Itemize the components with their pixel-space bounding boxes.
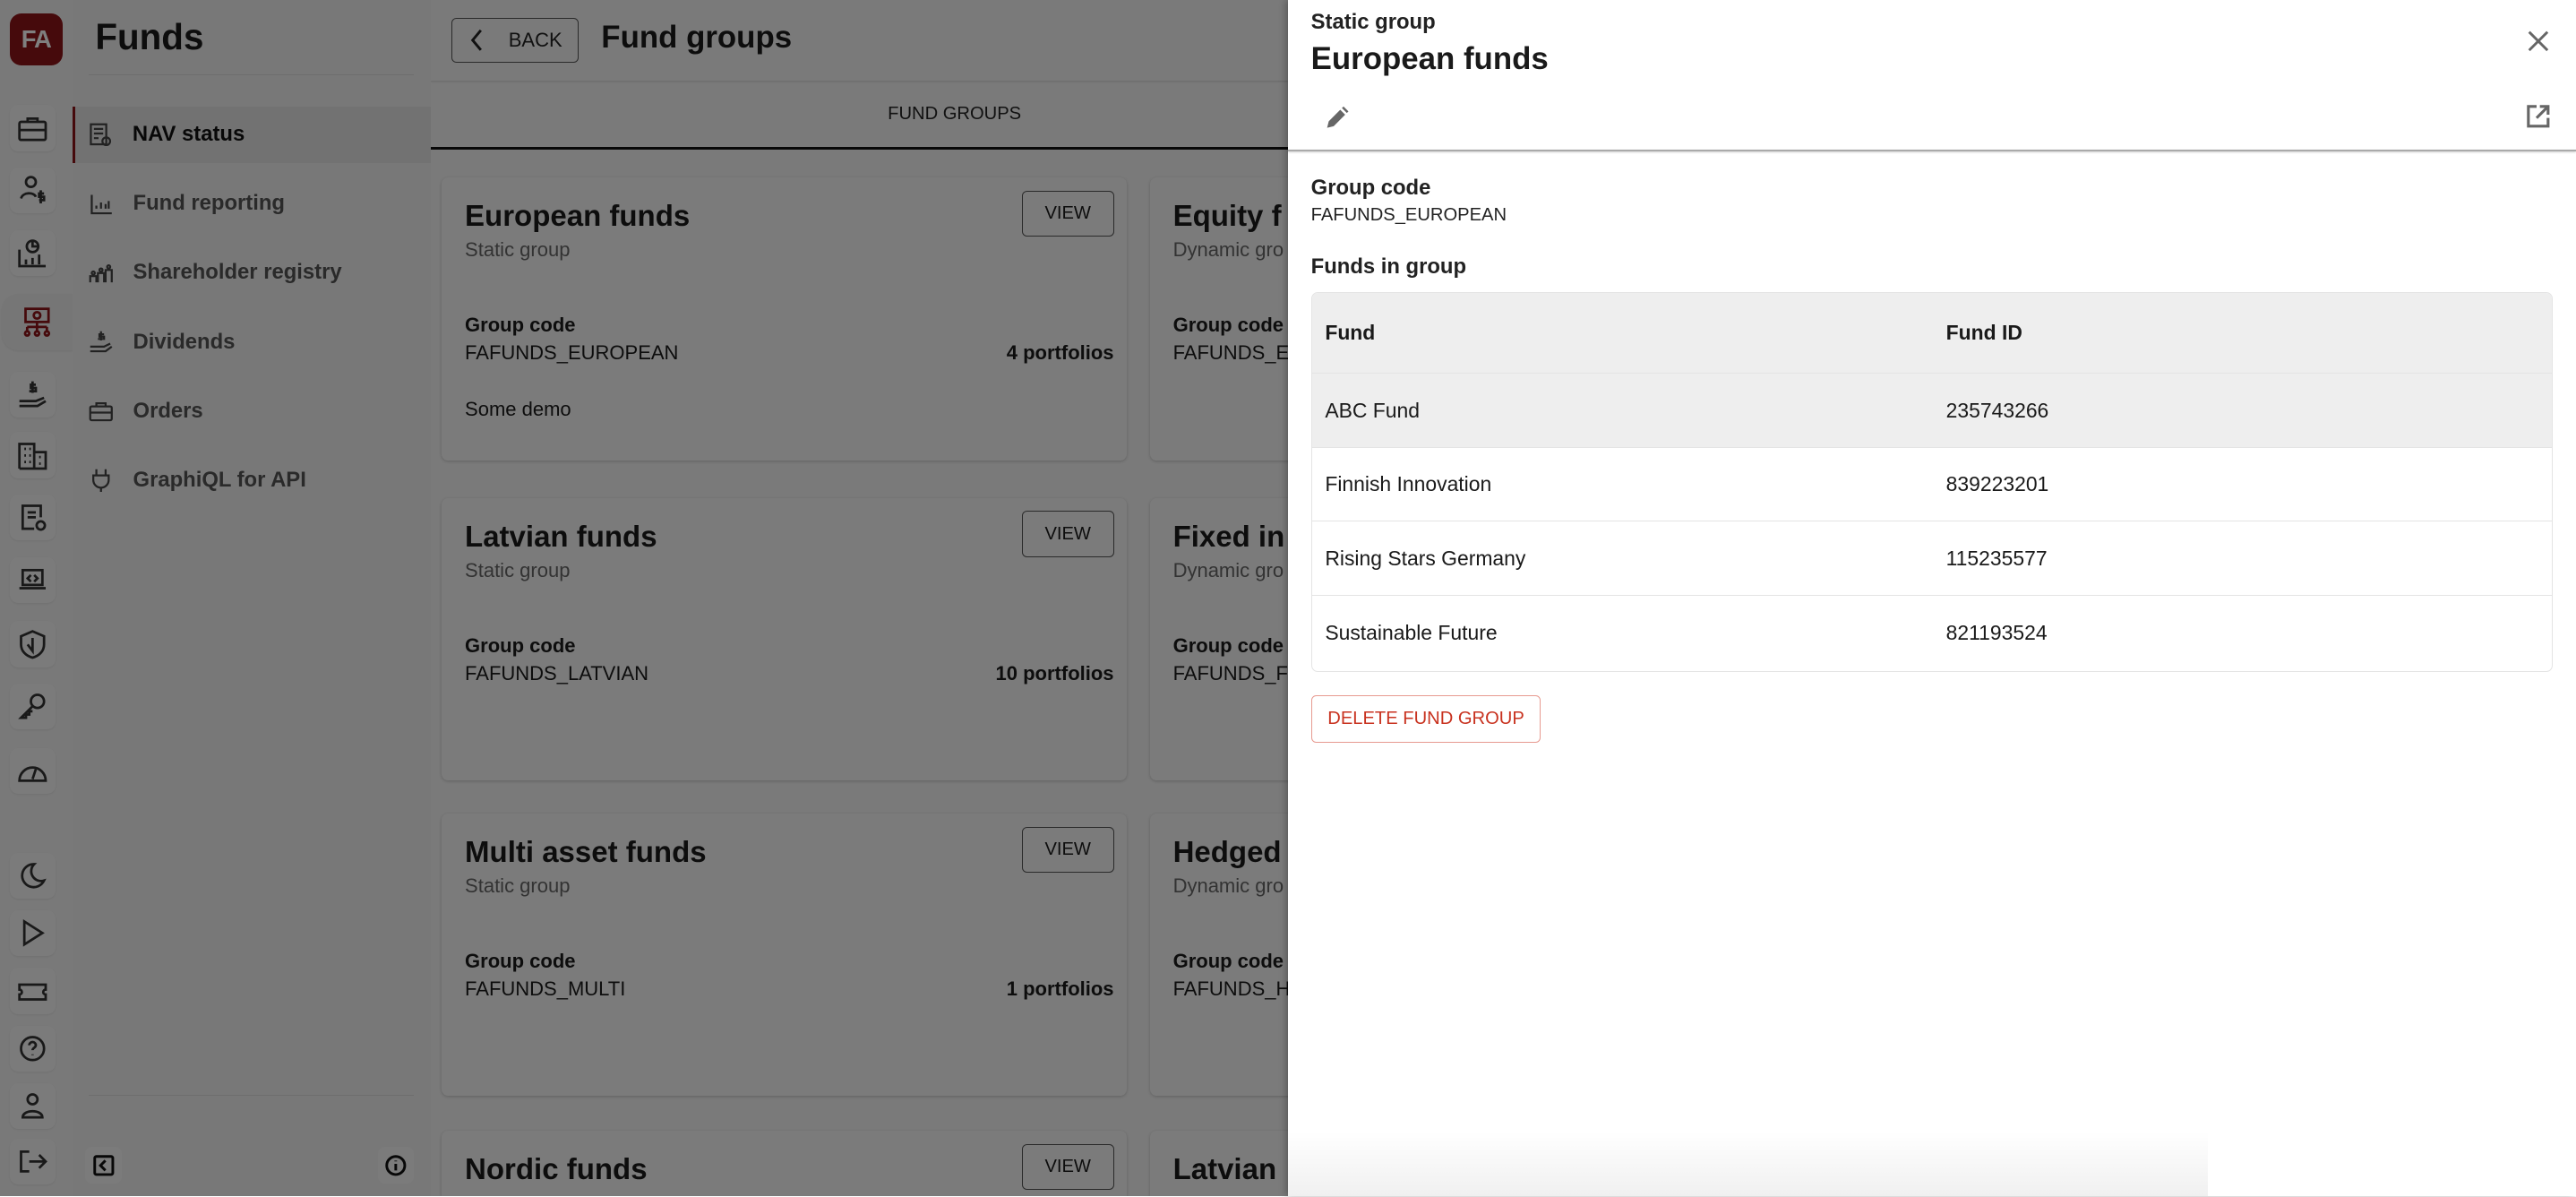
open-in-new-button[interactable] [2520, 99, 2556, 134]
pencil-icon [1327, 107, 1349, 129]
fund-id: 839223201 [1945, 472, 2049, 496]
fund-id: 821193524 [1945, 620, 2048, 644]
table-header-row: Fund Fund ID [1311, 293, 2553, 375]
edit-button[interactable] [1319, 100, 1355, 136]
fund-group-drawer: Static group European funds Group code F… [1287, 0, 2576, 1197]
drawer-title: European funds [1310, 40, 1549, 76]
fund-id: 235743266 [1945, 398, 2049, 422]
funds-in-group-label: Funds in group [1310, 254, 1467, 280]
group-code-value: FAFUNDS_EUROPEAN [1310, 205, 1507, 226]
drawer-header-divider [1287, 149, 2576, 151]
table-row[interactable]: Rising Stars Germany 115235577 [1311, 521, 2553, 596]
group-code-label: Group code [1310, 176, 1431, 201]
modal-backdrop[interactable] [0, 0, 1288, 1197]
column-header-fund[interactable]: Fund [1325, 321, 1375, 345]
bottom-shadow [1287, 1130, 2209, 1197]
fund-name: ABC Fund [1325, 398, 1421, 422]
table-row[interactable]: ABC Fund 235743266 [1311, 374, 2553, 448]
column-header-fund-id[interactable]: Fund ID [1946, 321, 2022, 345]
app-window: FA Funds NAV status Fund reporting Share… [0, 0, 2576, 1197]
drawer-subtitle: Static group [1310, 10, 1436, 34]
table-row[interactable]: Finnish Innovation 839223201 [1311, 448, 2553, 522]
fund-name: Rising Stars Germany [1325, 546, 1526, 570]
fund-name: Sustainable Future [1325, 620, 1498, 644]
close-icon [2528, 30, 2549, 52]
table-row[interactable]: Sustainable Future 821193524 [1312, 596, 2553, 670]
close-button[interactable] [2520, 23, 2556, 59]
fund-id: 115235577 [1945, 546, 2048, 570]
funds-table: Fund Fund ID ABC Fund 235743266 Finnish In… [1310, 292, 2554, 673]
open-in-new-icon [2527, 105, 2550, 128]
delete-fund-group-button[interactable]: DELETE FUND GROUP [1310, 694, 1541, 744]
fund-name: Finnish Innovation [1325, 472, 1492, 496]
